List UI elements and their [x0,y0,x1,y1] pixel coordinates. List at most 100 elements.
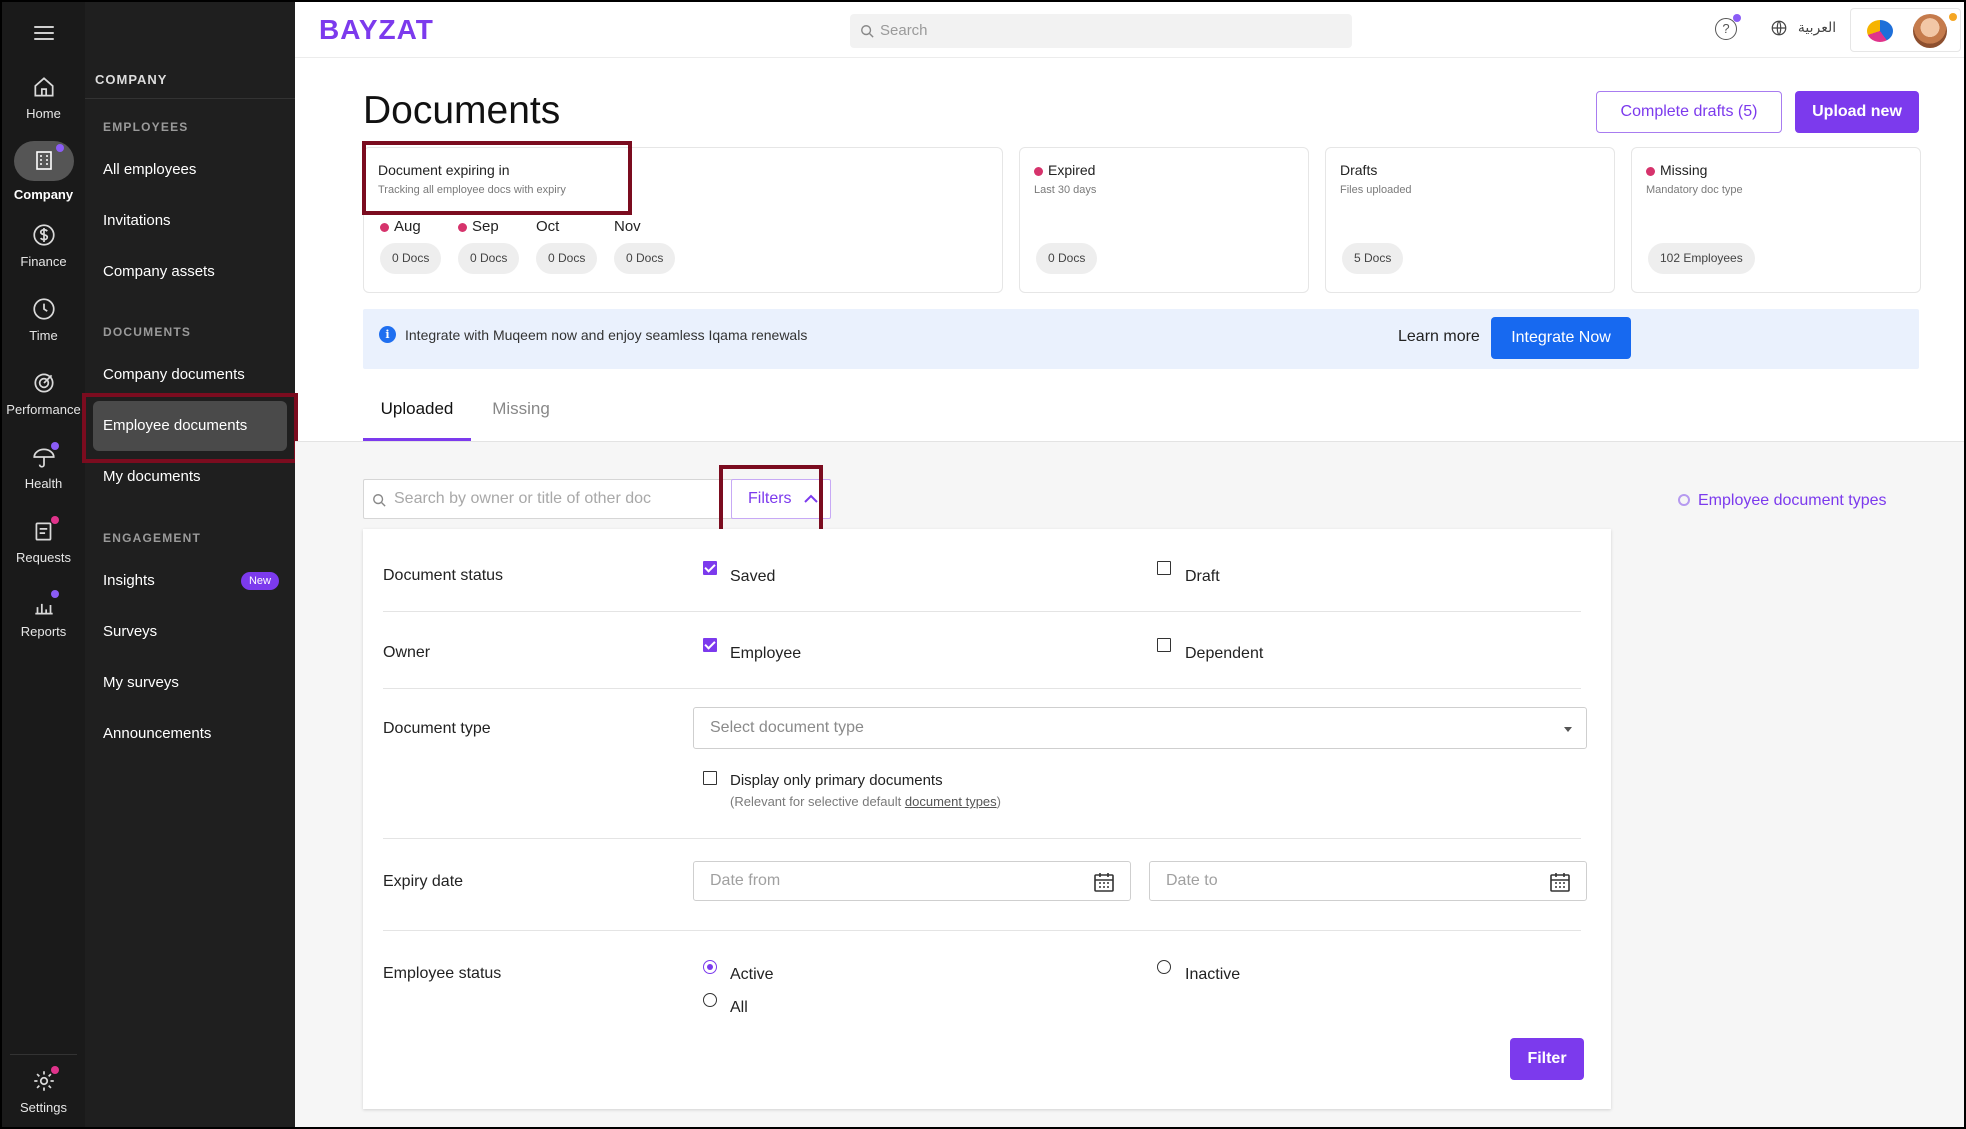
option-draft: Draft [1185,568,1220,585]
document-types-link[interactable]: document types [905,794,997,809]
rail-company[interactable]: Company [2,141,85,202]
pill-expired-docs[interactable]: 0 Docs [1036,243,1098,274]
date-from-input[interactable]: Date from [693,861,1131,901]
document-search-placeholder: Search by owner or title of other doc [394,490,652,507]
pill-missing-employees[interactable]: 102 Employees [1648,243,1755,274]
month-nov: Nov [614,218,641,235]
checkbox-employee[interactable] [703,638,717,652]
panel-title: COMPANY [95,72,168,87]
chart-icon [31,590,59,618]
rail-reports[interactable]: Reports [2,590,85,639]
pill-nov-docs[interactable]: 0 Docs [614,243,676,274]
radio-active[interactable] [703,960,717,974]
calendar-icon[interactable] [1092,870,1116,894]
checkbox-primary-only[interactable] [703,771,717,785]
card-drafts-subtitle: Files uploaded [1340,184,1412,196]
banner-text: Integrate with Muqeem now and enjoy seam… [405,327,808,343]
language-switch[interactable]: العربية [1770,19,1836,37]
label-owner: Owner [383,644,431,661]
rail-health[interactable]: Health [2,442,85,491]
primary-hint: (Relevant for selective default document… [730,794,1001,809]
label-expiry-date: Expiry date [383,873,464,890]
learn-more-link[interactable]: Learn more [1398,328,1480,346]
option-active: Active [730,966,774,983]
panel-divider [85,98,295,99]
card-expired-subtitle: Last 30 days [1034,184,1097,196]
rail-time-label: Time [29,328,58,343]
search-icon [373,494,386,507]
pill-drafts-docs[interactable]: 5 Docs [1342,243,1404,274]
rail-company-label: Company [13,187,74,202]
option-inactive: Inactive [1185,966,1241,983]
label-document-status: Document status [383,567,504,584]
clipboard-icon [31,516,59,544]
nav-invitations[interactable]: Invitations [93,196,287,246]
integrate-now-button[interactable]: Integrate Now [1491,317,1631,359]
document-type-select[interactable]: Select document type [693,707,1587,749]
nav-company-assets[interactable]: Company assets [93,247,287,297]
nav-my-surveys[interactable]: My surveys [93,658,287,708]
document-search-input[interactable]: Search by owner or title of other doc [363,479,753,519]
chevron-down-icon [1564,727,1572,732]
pill-sep-docs[interactable]: 0 Docs [458,243,520,274]
filter-panel: Document status Saved Draft Owner Employ… [363,529,1611,1109]
new-badge: New [240,572,279,590]
umbrella-icon [31,442,59,470]
radio-all[interactable] [703,993,717,1007]
user-menu[interactable] [1850,8,1961,52]
rail-requests[interactable]: Requests [2,516,85,565]
help-icon[interactable]: ? [1715,14,1741,40]
card-expired-title: Expired [1034,162,1095,178]
filter-divider [383,688,1581,689]
global-search-input[interactable]: Search [850,14,1352,48]
language-label: العربية [1797,19,1837,35]
apply-filter-button[interactable]: Filter [1510,1038,1584,1080]
nav-surveys[interactable]: Surveys [93,607,287,657]
rail-settings[interactable]: Settings [2,1066,85,1115]
option-all: All [730,999,748,1016]
rail-performance[interactable]: Performance [2,370,85,417]
globe-icon [1771,20,1787,36]
menu-icon[interactable] [34,26,54,40]
radio-inactive[interactable] [1157,960,1171,974]
filter-divider [383,930,1581,931]
upload-new-button[interactable]: Upload new [1795,91,1919,133]
muqeem-banner: i Integrate with Muqeem now and enjoy se… [363,309,1919,369]
rail-home-label: Home [26,106,61,121]
date-to-input[interactable]: Date to [1149,861,1587,901]
nav-all-employees[interactable]: All employees [93,145,287,195]
tab-uploaded[interactable]: Uploaded [363,399,471,441]
nav-announcements[interactable]: Announcements [93,709,287,759]
rail-settings-label: Settings [20,1100,67,1115]
flag-dot [1646,166,1655,176]
tab-missing[interactable]: Missing [481,399,561,441]
rail-performance-label: Performance [6,402,81,417]
rail-home[interactable]: Home [2,74,85,121]
annotation-box-filters [719,465,823,534]
checkbox-saved[interactable] [703,561,717,575]
card-missing-subtitle: Mandatory doc type [1646,184,1743,196]
card-missing[interactable]: Missing Mandatory doc type 102 Employees [1631,147,1921,293]
calendar-icon[interactable] [1548,870,1572,894]
complete-drafts-button[interactable]: Complete drafts (5) [1596,91,1782,133]
employee-document-types-link[interactable]: Employee document types [1678,492,1887,510]
rail-reports-label: Reports [20,624,67,639]
target-icon [31,370,57,396]
card-drafts-title: Drafts [1340,162,1378,178]
flag-dot [380,222,389,232]
info-icon: i [379,326,396,343]
label-document-type: Document type [383,720,491,737]
checkbox-draft[interactable] [1157,561,1171,575]
pill-oct-docs[interactable]: 0 Docs [536,243,598,274]
rail-finance[interactable]: Finance [2,222,85,269]
card-missing-title-text: Missing [1660,162,1708,178]
date-to-placeholder: Date to [1166,872,1218,889]
checkbox-dependent[interactable] [1157,638,1171,652]
card-expired[interactable]: Expired Last 30 days 0 Docs [1019,147,1309,293]
bayzat-logo[interactable]: BAYZAT [319,14,434,46]
pill-aug-docs[interactable]: 0 Docs [380,243,442,274]
card-drafts[interactable]: Drafts Files uploaded 5 Docs [1325,147,1615,293]
nav-insights[interactable]: Insights New [93,556,287,606]
section-documents: DOCUMENTS [103,325,192,339]
rail-time[interactable]: Time [2,296,85,343]
